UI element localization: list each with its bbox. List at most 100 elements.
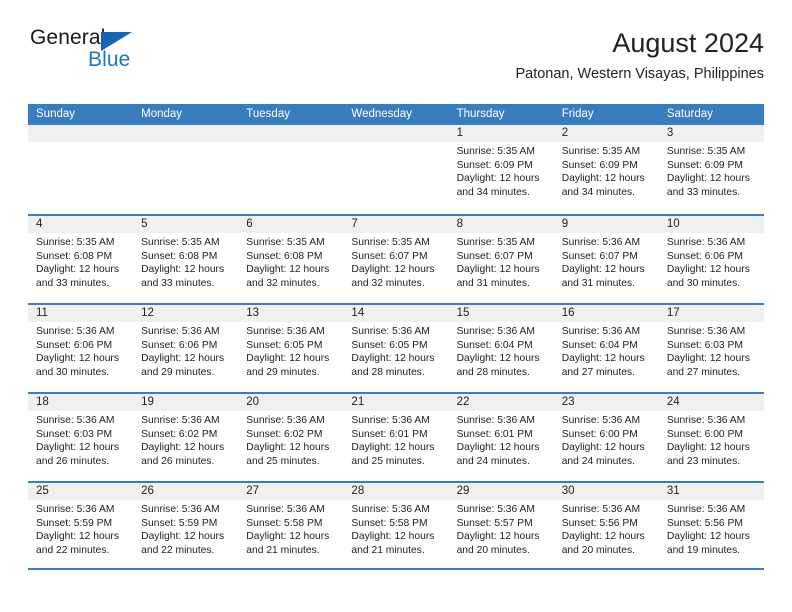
day-cell[interactable]: 12 Sunrise: 5:36 AM Sunset: 6:06 PM Dayl… (133, 305, 239, 392)
daylight-line-1: Daylight: 12 hours (246, 442, 330, 454)
day-cell[interactable]: 18 Sunrise: 5:36 AM Sunset: 6:03 PM Dayl… (28, 394, 134, 481)
weekday-saturday: Saturday (666, 108, 713, 120)
daylight-line-2: and 26 minutes. (141, 455, 215, 467)
day-cell[interactable]: 29 Sunrise: 5:36 AM Sunset: 5:57 PM Dayl… (448, 483, 554, 568)
day-cell[interactable]: 22 Sunrise: 5:36 AM Sunset: 6:01 PM Dayl… (448, 394, 554, 481)
day-cell[interactable]: 30 Sunrise: 5:36 AM Sunset: 5:56 PM Dayl… (553, 483, 659, 568)
day-number: 12 (133, 305, 239, 322)
sunset-line: Sunset: 6:04 PM (561, 339, 638, 351)
sunset-line: Sunset: 6:03 PM (666, 339, 743, 351)
daylight-line-1: Daylight: 12 hours (456, 531, 540, 543)
daylight-line-2: and 28 minutes. (351, 366, 425, 378)
day-cell[interactable] (28, 125, 134, 214)
sunset-line: Sunset: 5:57 PM (456, 517, 533, 529)
daylight-line-1: Daylight: 12 hours (351, 442, 435, 454)
day-number: 9 (553, 216, 659, 233)
day-details: Sunrise: 5:36 AM Sunset: 5:59 PM Dayligh… (28, 500, 133, 557)
daylight-line-2: and 34 minutes. (456, 186, 530, 198)
sunrise-line: Sunrise: 5:36 AM (666, 415, 746, 426)
day-cell[interactable] (133, 125, 239, 214)
sunrise-line: Sunrise: 5:36 AM (561, 415, 641, 426)
day-cell[interactable]: 3 Sunrise: 5:35 AM Sunset: 6:09 PM Dayli… (658, 125, 764, 214)
day-cell[interactable]: 25 Sunrise: 5:36 AM Sunset: 5:59 PM Dayl… (28, 483, 134, 568)
day-cell[interactable]: 28 Sunrise: 5:36 AM Sunset: 5:58 PM Dayl… (343, 483, 449, 568)
sunrise-line: Sunrise: 5:36 AM (141, 415, 220, 426)
sunrise-line: Sunrise: 5:36 AM (561, 504, 641, 515)
week-row: 11 Sunrise: 5:36 AM Sunset: 6:06 PM Dayl… (28, 303, 764, 392)
daylight-line-1: Daylight: 12 hours (36, 442, 119, 454)
daylight-line-2: and 22 minutes. (36, 544, 110, 556)
sunset-line: Sunset: 6:07 PM (456, 250, 533, 262)
sunset-line: Sunset: 6:09 PM (456, 159, 533, 171)
day-cell[interactable]: 8 Sunrise: 5:35 AM Sunset: 6:07 PM Dayli… (448, 216, 554, 303)
daylight-line-2: and 27 minutes. (561, 366, 635, 378)
daylight-line-2: and 25 minutes. (351, 455, 425, 467)
day-cell[interactable]: 27 Sunrise: 5:36 AM Sunset: 5:58 PM Dayl… (238, 483, 344, 568)
sunset-line: Sunset: 6:00 PM (666, 428, 743, 440)
daylight-line-1: Daylight: 12 hours (561, 442, 645, 454)
sunrise-line: Sunrise: 5:35 AM (456, 146, 535, 157)
sunset-line: Sunset: 5:56 PM (561, 517, 638, 529)
day-cell[interactable]: 10 Sunrise: 5:36 AM Sunset: 6:06 PM Dayl… (658, 216, 764, 303)
daylight-line-1: Daylight: 12 hours (666, 531, 750, 543)
daylight-line-1: Daylight: 12 hours (141, 531, 225, 543)
day-cell[interactable]: 1 Sunrise: 5:35 AM Sunset: 6:09 PM Dayli… (448, 125, 554, 214)
sunrise-line: Sunrise: 5:36 AM (246, 504, 325, 515)
day-details: Sunrise: 5:36 AM Sunset: 6:06 PM Dayligh… (133, 322, 238, 379)
sunrise-line: Sunrise: 5:36 AM (666, 237, 746, 248)
sunset-line: Sunset: 6:07 PM (351, 250, 428, 262)
daylight-line-1: Daylight: 12 hours (351, 353, 435, 365)
day-cell[interactable]: 13 Sunrise: 5:36 AM Sunset: 6:05 PM Dayl… (238, 305, 344, 392)
daylight-line-1: Daylight: 12 hours (456, 442, 540, 454)
day-cell[interactable]: 16 Sunrise: 5:36 AM Sunset: 6:04 PM Dayl… (553, 305, 659, 392)
sunrise-line: Sunrise: 5:36 AM (36, 415, 115, 426)
day-details: Sunrise: 5:36 AM Sunset: 6:02 PM Dayligh… (133, 411, 238, 468)
day-number: 8 (448, 216, 554, 233)
daylight-line-2: and 20 minutes. (561, 544, 635, 556)
day-number: 18 (28, 394, 134, 411)
day-cell[interactable]: 23 Sunrise: 5:36 AM Sunset: 6:00 PM Dayl… (553, 394, 659, 481)
day-cell[interactable]: 24 Sunrise: 5:36 AM Sunset: 6:00 PM Dayl… (658, 394, 764, 481)
daylight-line-1: Daylight: 12 hours (351, 531, 435, 543)
day-number: 29 (448, 483, 554, 500)
day-details: Sunrise: 5:36 AM Sunset: 6:02 PM Dayligh… (238, 411, 343, 468)
daylight-line-2: and 32 minutes. (351, 277, 425, 289)
day-cell[interactable]: 17 Sunrise: 5:36 AM Sunset: 6:03 PM Dayl… (658, 305, 764, 392)
sunrise-line: Sunrise: 5:35 AM (666, 146, 746, 157)
day-cell[interactable]: 31 Sunrise: 5:36 AM Sunset: 5:56 PM Dayl… (658, 483, 764, 568)
day-details: Sunrise: 5:36 AM Sunset: 6:06 PM Dayligh… (28, 322, 133, 379)
day-cell[interactable]: 21 Sunrise: 5:36 AM Sunset: 6:01 PM Dayl… (343, 394, 449, 481)
day-cell[interactable] (238, 125, 344, 214)
day-number: 4 (28, 216, 134, 233)
day-cell[interactable]: 5 Sunrise: 5:35 AM Sunset: 6:08 PM Dayli… (133, 216, 239, 303)
day-cell[interactable] (343, 125, 449, 214)
day-cell[interactable]: 19 Sunrise: 5:36 AM Sunset: 6:02 PM Dayl… (133, 394, 239, 481)
logo-text-blue: Blue (88, 48, 131, 71)
day-number: 26 (133, 483, 239, 500)
day-cell[interactable]: 2 Sunrise: 5:35 AM Sunset: 6:09 PM Dayli… (553, 125, 659, 214)
day-details (133, 142, 238, 145)
sunset-line: Sunset: 5:59 PM (141, 517, 218, 529)
day-number: 6 (238, 216, 344, 233)
day-cell[interactable]: 15 Sunrise: 5:36 AM Sunset: 6:04 PM Dayl… (448, 305, 554, 392)
day-cell[interactable]: 26 Sunrise: 5:36 AM Sunset: 5:59 PM Dayl… (133, 483, 239, 568)
general-blue-logo[interactable]: General Blue (28, 26, 248, 86)
day-cell[interactable]: 6 Sunrise: 5:35 AM Sunset: 6:08 PM Dayli… (238, 216, 344, 303)
sunrise-line: Sunrise: 5:36 AM (561, 237, 641, 248)
day-cell[interactable]: 11 Sunrise: 5:36 AM Sunset: 6:06 PM Dayl… (28, 305, 134, 392)
day-cell[interactable]: 7 Sunrise: 5:35 AM Sunset: 6:07 PM Dayli… (343, 216, 449, 303)
week-row: 18 Sunrise: 5:36 AM Sunset: 6:03 PM Dayl… (28, 392, 764, 481)
weekday-wednesday: Wednesday (351, 108, 412, 120)
day-cell[interactable]: 20 Sunrise: 5:36 AM Sunset: 6:02 PM Dayl… (238, 394, 344, 481)
daylight-line-2: and 33 minutes. (141, 277, 215, 289)
sunrise-line: Sunrise: 5:35 AM (141, 237, 220, 248)
day-number: 31 (658, 483, 764, 500)
daylight-line-1: Daylight: 12 hours (561, 264, 645, 276)
daylight-line-1: Daylight: 12 hours (561, 531, 645, 543)
day-cell[interactable]: 4 Sunrise: 5:35 AM Sunset: 6:08 PM Dayli… (28, 216, 134, 303)
daylight-line-1: Daylight: 12 hours (561, 173, 645, 185)
day-details: Sunrise: 5:36 AM Sunset: 6:04 PM Dayligh… (554, 322, 659, 379)
sunset-line: Sunset: 6:01 PM (456, 428, 533, 440)
day-cell[interactable]: 9 Sunrise: 5:36 AM Sunset: 6:07 PM Dayli… (553, 216, 659, 303)
day-cell[interactable]: 14 Sunrise: 5:36 AM Sunset: 6:05 PM Dayl… (343, 305, 449, 392)
